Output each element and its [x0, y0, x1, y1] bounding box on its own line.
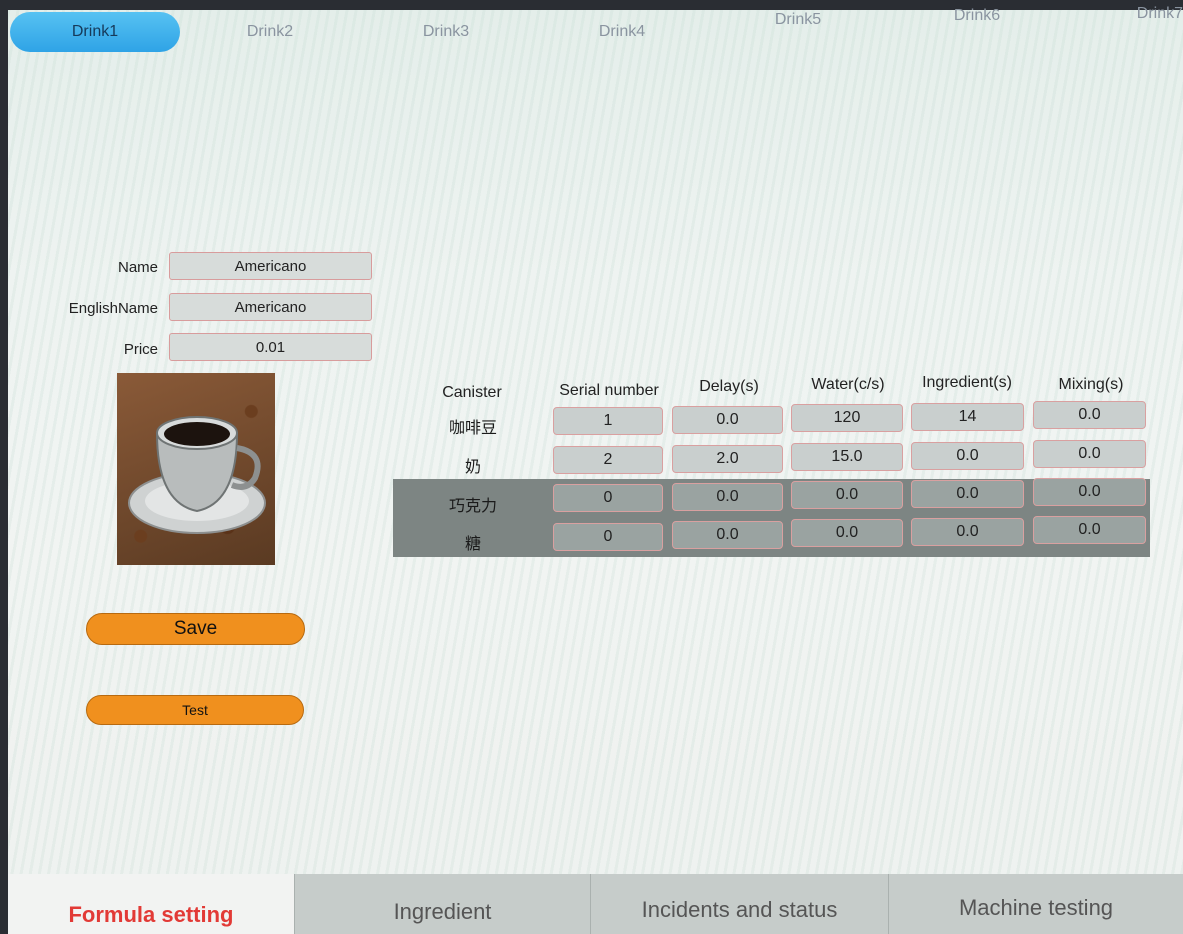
delay-field[interactable]: 0.0: [672, 483, 783, 511]
canister-name: 巧克力: [448, 496, 497, 515]
delay-field[interactable]: 0.0: [672, 406, 783, 434]
ingredient-field[interactable]: 0.0: [911, 480, 1024, 508]
price-label: Price: [123, 341, 158, 358]
tab-drink5[interactable]: Drink5: [713, 0, 883, 40]
ingredient-field[interactable]: 14: [911, 403, 1024, 431]
tab-incidents-and-status[interactable]: Incidents and status: [590, 874, 888, 934]
window-left-edge: [0, 0, 8, 934]
price-field[interactable]: 0.01: [169, 333, 372, 361]
name-field[interactable]: Americano: [169, 252, 372, 280]
bottom-nav: Formula setting Ingredient Incidents and…: [8, 874, 1183, 934]
name-label: Name: [117, 259, 158, 276]
tab-ingredient[interactable]: Ingredient: [294, 874, 590, 934]
tab-formula-setting[interactable]: Formula setting: [8, 874, 294, 934]
water-field[interactable]: 0.0: [791, 519, 903, 547]
mixing-field[interactable]: 0.0: [1033, 440, 1146, 468]
mixing-field[interactable]: 0.0: [1033, 478, 1146, 506]
coffee-cup-icon: [128, 416, 266, 534]
canister-name: 咖啡豆: [448, 418, 497, 437]
english-name-label: EnglishName: [68, 300, 158, 317]
ingredient-field[interactable]: 0.0: [911, 442, 1024, 470]
serial-number-field[interactable]: 2: [553, 446, 663, 474]
canister-name: 奶: [464, 457, 481, 476]
test-button[interactable]: Test: [86, 695, 304, 725]
mixing-field[interactable]: 0.0: [1033, 401, 1146, 429]
ingredient-field[interactable]: 0.0: [911, 518, 1024, 546]
delay-field[interactable]: 2.0: [672, 445, 783, 473]
water-field[interactable]: 120: [791, 404, 903, 432]
header-canister: Canister: [442, 384, 502, 401]
serial-number-field[interactable]: 0: [553, 484, 663, 512]
mixing-field[interactable]: 0.0: [1033, 516, 1146, 544]
header-mixing: Mixing(s): [1058, 376, 1124, 393]
english-name-field[interactable]: Americano: [169, 293, 372, 321]
header-serial-number: Serial number: [559, 382, 659, 399]
drink-image[interactable]: [117, 373, 275, 565]
tab-drink4[interactable]: Drink4: [537, 12, 707, 52]
header-ingredient: Ingredient(s): [922, 374, 1012, 391]
header-water: Water(c/s): [811, 376, 885, 393]
water-field[interactable]: 15.0: [791, 443, 903, 471]
tab-drink1[interactable]: Drink1: [10, 12, 180, 52]
water-field[interactable]: 0.0: [791, 481, 903, 509]
canister-name: 糖: [464, 534, 481, 553]
serial-number-field[interactable]: 1: [553, 407, 663, 435]
tab-drink3[interactable]: Drink3: [361, 12, 531, 52]
tab-drink6[interactable]: Drink6: [892, 0, 1062, 36]
delay-field[interactable]: 0.0: [672, 521, 783, 549]
tab-drink2[interactable]: Drink2: [185, 12, 355, 52]
save-button[interactable]: Save: [86, 613, 305, 645]
tab-machine-testing[interactable]: Machine testing: [888, 874, 1183, 934]
serial-number-field[interactable]: 0: [553, 523, 663, 551]
tab-drink7[interactable]: Drink7: [1090, 0, 1183, 34]
header-delay: Delay(s): [699, 378, 759, 395]
